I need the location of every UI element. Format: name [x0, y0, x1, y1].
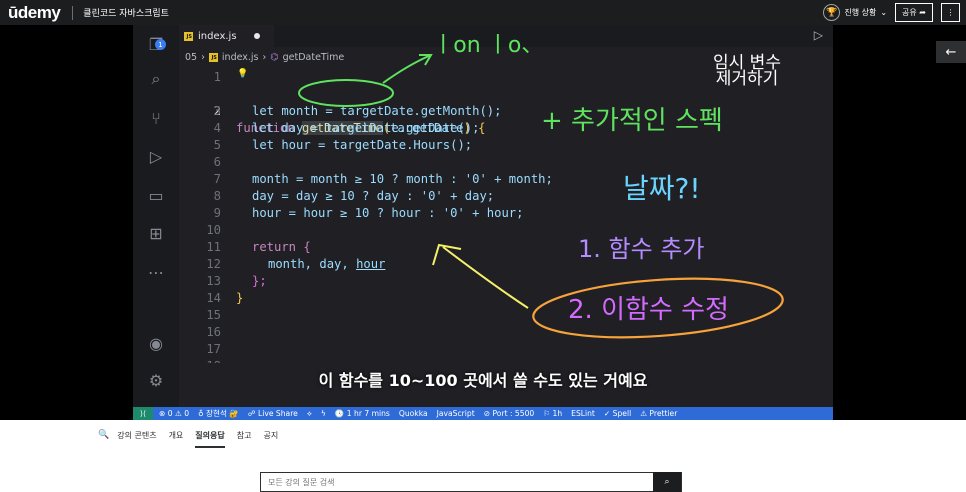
line-number: 17: [206, 342, 221, 356]
line-number: 12: [206, 257, 221, 271]
video-player[interactable]: ❐ 1 ⌕ ⑂ ▷ ▭ ⊞ ⋯ ◉ ⚙ JS index.js ▷ 05 › J…: [0, 25, 966, 420]
video-subtitle: 이 함수를 10~100 곳에서 쓸 수도 있는 거예요: [318, 371, 648, 390]
tab-course-content[interactable]: 강의 콘텐츠: [117, 420, 156, 450]
status-bar: ⟩⟨ ⊗ 0 ⚠ 0 ♁ 장현석 🔐 ☍ Live Share ⟡ ϟ 🕓 1 …: [133, 407, 833, 420]
chevron-down-icon: ⌄: [880, 8, 888, 17]
line-number: 16: [206, 325, 221, 339]
source-control-icon: ⑂: [151, 108, 161, 128]
code-line: hour = hour ≥ 10 ? hour : '0' + hour;: [252, 206, 524, 220]
annotation-extra-spec: + 추가적인 스펙: [541, 106, 723, 136]
line-number: 4: [213, 121, 221, 135]
annotation-top: ㅣon ㅣo、: [433, 33, 544, 58]
tab-label: index.js: [198, 30, 237, 42]
more-options-button[interactable]: ⋮: [941, 3, 960, 22]
qa-search-input[interactable]: [261, 473, 653, 491]
tab-notes[interactable]: 참고: [237, 420, 252, 450]
code-area: 💡 1 2 function getDateTime(targetDate) {…: [179, 69, 833, 407]
top-bar: ūdemy 클린코드 자바스크립트 🏆 진행 상황 ⌄ 공유 ➦ ⋮: [0, 0, 966, 25]
search-icon: ⌕: [151, 69, 161, 88]
udemy-logo[interactable]: ūdemy: [8, 3, 61, 23]
breadcrumb-symbol: getDateTime: [282, 52, 345, 63]
course-tabs: 🔍 강의 콘텐츠 개요 질의응답 참고 공지: [0, 420, 966, 450]
status-port: ⊘ Port : 5500: [483, 409, 535, 418]
annotation-step1: 1. 함수 추가: [578, 235, 705, 263]
code-line: month, day, hour: [268, 257, 386, 271]
search-icon[interactable]: 🔍: [98, 430, 109, 440]
line-number: 6: [213, 155, 221, 169]
code-line: return {: [252, 240, 311, 254]
sidebar-toggle-button[interactable]: ←: [936, 41, 966, 63]
chevron-right-icon: ›: [262, 52, 267, 63]
status-spell: ✓ Spell: [603, 409, 632, 418]
breadcrumb-file: index.js: [221, 52, 259, 63]
tab-qa[interactable]: 질의응답: [195, 420, 226, 450]
run-icon: ▷: [813, 28, 823, 42]
trophy-icon: 🏆: [823, 4, 841, 21]
progress-label: 진행 상황: [844, 8, 877, 17]
js-file-icon: JS: [208, 53, 218, 62]
explorer-badge: 1: [155, 39, 166, 50]
line-number: 10: [206, 223, 221, 237]
tab-index-js: JS index.js: [179, 25, 274, 47]
arrow-left-icon: ←: [945, 44, 957, 60]
breadcrumb: 05 › JS index.js › ⌬ getDateTime: [185, 52, 344, 63]
account-icon: ◉: [149, 333, 163, 353]
line-number: 9: [213, 206, 221, 220]
status-time-tracker: ⚐ 1h: [543, 409, 563, 418]
line-number: 13: [206, 274, 221, 288]
line-number: 1: [213, 70, 221, 84]
status-problems: ⊗ 0 ⚠ 0: [159, 409, 190, 418]
status-prettier: ⚠ Prettier: [640, 409, 678, 418]
code-line: };: [252, 274, 267, 288]
remote-explorer-icon: ▭: [148, 185, 164, 205]
remote-icon: ⟩⟨: [133, 407, 153, 420]
line-number: 14: [206, 291, 221, 305]
line-number: 7: [213, 172, 221, 186]
divider: [72, 5, 74, 20]
more-icon: ⋯: [148, 262, 164, 282]
status-quokka: Quokka: [398, 409, 428, 418]
course-title[interactable]: 클린코드 자바스크립트: [83, 6, 169, 19]
chevron-right-icon: ›: [201, 52, 205, 63]
line-number: 5: [213, 138, 221, 152]
annotation-step2: 2. 이함수 수정: [568, 295, 729, 325]
status-language: JavaScript: [436, 409, 475, 418]
tab-overview[interactable]: 개요: [169, 420, 184, 450]
line-number: 11: [206, 240, 221, 254]
arrow-head: [419, 54, 433, 66]
line-number: 8: [213, 189, 221, 203]
code-line: day = day ≥ 10 ? day : '0' + day;: [252, 189, 495, 203]
run-debug-icon: ▷: [149, 146, 163, 166]
tab-announcements[interactable]: 공지: [263, 420, 278, 450]
function-symbol-icon: ⌬: [270, 52, 279, 63]
breadcrumb-folder: 05: [185, 52, 198, 63]
code-line: }: [236, 291, 244, 305]
status-user: ♁ 장현석 🔐: [198, 409, 239, 418]
js-file-icon: JS: [184, 31, 193, 41]
activity-bar: ❐ 1 ⌕ ⑂ ▷ ▭ ⊞ ⋯ ◉ ⚙: [133, 25, 179, 407]
line-number: 18: [179, 358, 221, 363]
status-eslint: ESLint: [571, 409, 595, 418]
annotation-date: 날짜?!: [623, 172, 701, 205]
code-line: let hour = targetDate.Hours();: [252, 138, 473, 152]
qa-search-bar: ⌕: [260, 472, 682, 492]
qa-search-button[interactable]: ⌕: [653, 472, 681, 492]
status-icon-b: ϟ: [320, 409, 326, 418]
unsaved-dot-icon: [253, 33, 260, 39]
status-live-share: ☍ Live Share: [247, 409, 298, 418]
code-line: let day = targetDate.getDate();: [252, 121, 480, 135]
code-line: month = month ≥ 10 ? month : '0' + month…: [252, 172, 553, 186]
extensions-icon: ⊞: [149, 223, 163, 243]
status-icon-a: ⟡: [306, 408, 312, 418]
progress-button[interactable]: 🏆 진행 상황 ⌄: [823, 4, 887, 21]
status-time: 🕓 1 hr 7 mins: [334, 409, 390, 418]
code-line: let month = targetDate.getMonth();: [252, 104, 502, 118]
line-number: 15: [206, 308, 221, 322]
vscode-editor-frame: ❐ 1 ⌕ ⑂ ▷ ▭ ⊞ ⋯ ◉ ⚙ JS index.js ▷ 05 › J…: [133, 25, 833, 420]
topbar-actions: 🏆 진행 상황 ⌄ 공유 ➦ ⋮: [823, 3, 960, 22]
share-button[interactable]: 공유 ➦: [895, 3, 933, 22]
line-number: 3: [213, 104, 221, 118]
annotation-temp-var: 임시 변수 제거하기: [713, 53, 781, 89]
